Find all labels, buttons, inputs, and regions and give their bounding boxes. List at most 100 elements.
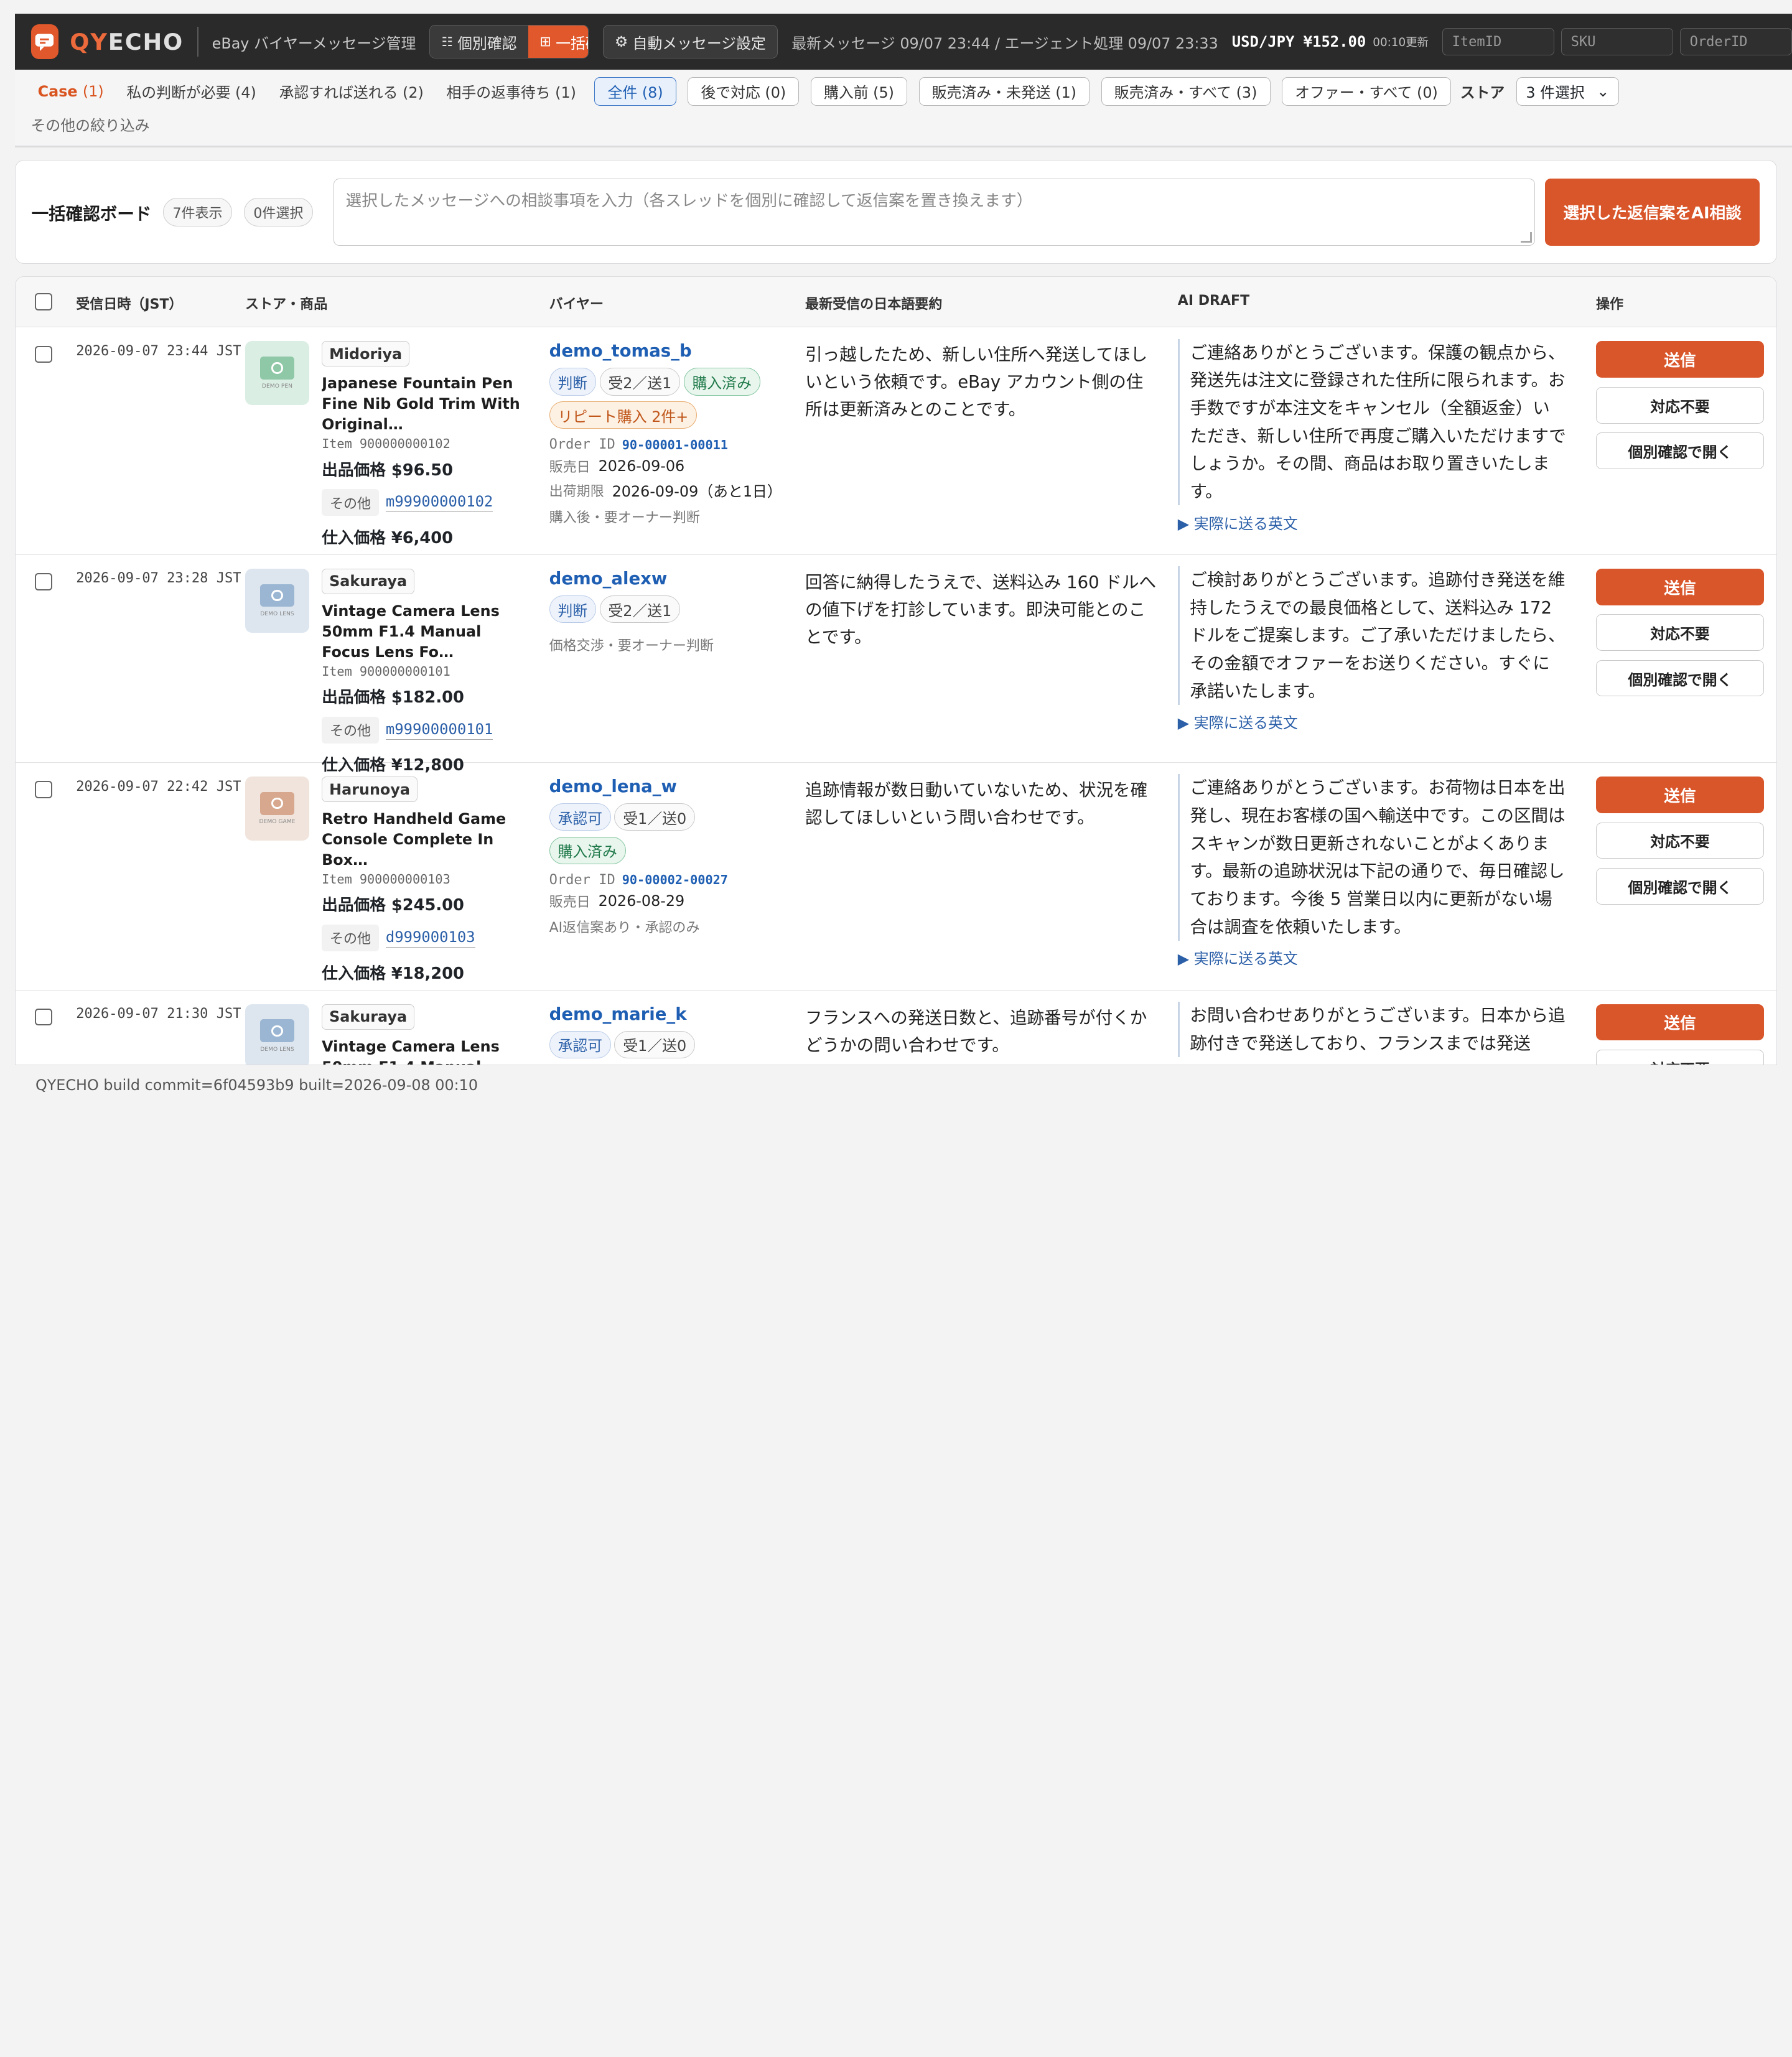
store-filter-select[interactable]: 3 件選択 ⌄ — [1516, 77, 1619, 106]
sku-link[interactable]: m99900000102 — [385, 493, 493, 513]
row-checkbox[interactable] — [35, 781, 52, 798]
received-date: 2026-09-07 23:44 JST — [76, 343, 241, 359]
itemid-search-input[interactable]: ItemID — [1442, 27, 1554, 56]
filter-tab-case[interactable]: Case (1) — [38, 83, 104, 100]
send-button[interactable]: 送信 — [1596, 777, 1764, 813]
orderid-search-input[interactable]: OrderID — [1679, 27, 1792, 56]
status-badge: 承認可 — [549, 1030, 611, 1058]
auto-message-settings-button[interactable]: ⚙ 自動メッセージ設定 — [602, 25, 778, 58]
product-title[interactable]: Vintage Camera Lens 50mm F1.4 Manual Foc… — [322, 601, 525, 663]
status-badge: 承認可 — [549, 803, 611, 831]
filter-chip-sold-unshipped[interactable]: 販売済み・未発送 (1) — [918, 77, 1090, 106]
more-filters-link[interactable]: その他の絞り込み — [15, 113, 1792, 135]
filter-tab-approve-send[interactable]: 承認すれば送れる (2) — [279, 80, 424, 102]
send-button[interactable]: 送信 — [1596, 568, 1764, 605]
open-individual-button[interactable]: 個別確認で開く — [1596, 432, 1764, 469]
purchased-badge: 購入済み — [549, 836, 626, 864]
product-title[interactable]: Japanese Fountain Pen Fine Nib Gold Trim… — [322, 373, 525, 435]
repeat-badge: リピート購入 2件+ — [549, 401, 698, 429]
english-toggle[interactable]: ▶ 実際に送る英文 — [1178, 511, 1566, 533]
sku-link[interactable]: d999000103 — [385, 928, 475, 948]
list-price: 出品価格 $96.50 — [322, 460, 454, 480]
filter-chip-all[interactable]: 全件 (8) — [594, 77, 676, 106]
header-actions: 操作 — [1596, 297, 1624, 313]
no-response-button[interactable]: 対応不要 — [1596, 386, 1764, 424]
app-title: eBay バイヤーメッセージ管理 — [212, 34, 416, 52]
sku-search-input[interactable]: SKU — [1561, 27, 1673, 56]
ai-draft-text[interactable]: ご連絡ありがとうございます。保護の観点から、発送先は注文に登録された住所に限られ… — [1177, 338, 1566, 506]
cost-price: 仕入価格 ¥6,400 — [322, 528, 454, 548]
filter-tab-waiting-reply[interactable]: 相手の返事待ち (1) — [447, 80, 576, 102]
row-checkbox[interactable] — [35, 345, 52, 363]
mode-individual-button[interactable]: ☷ 個別確認 — [430, 26, 528, 58]
sync-status: 最新メッセージ 09/07 23:44 / エージェント処理 09/07 23:… — [791, 34, 1218, 52]
gear-icon: ⚙ — [614, 33, 628, 51]
message-count-badge: 受1／送0 — [614, 1030, 696, 1058]
english-toggle[interactable]: ▶ 実際に送る英文 — [1178, 946, 1566, 968]
board-title: 一括確認ボード — [31, 203, 152, 224]
page: QYECHO eBay バイヤーメッセージ管理 ☷個別確認 ⊞一括確認 ⚙自動メ… — [0, 0, 1792, 1120]
item-id: Item 900000000103 — [322, 872, 450, 887]
received-date: 2026-09-07 22:42 JST — [76, 778, 241, 795]
chat-logo-icon — [30, 24, 58, 59]
send-button[interactable]: 送信 — [1596, 1004, 1764, 1041]
filter-tab-need-judgment[interactable]: 私の判断が必要 (4) — [126, 80, 256, 102]
ai-draft-text[interactable]: ご連絡ありがとうございます。お荷物は日本を出発し、現在お客様の国へ輸送中です。こ… — [1177, 774, 1566, 941]
sku-link[interactable]: m99900000101 — [385, 721, 493, 740]
order-id-link[interactable]: 90-00002-00027 — [622, 872, 728, 887]
send-button[interactable]: 送信 — [1596, 341, 1764, 378]
other-label: その他 — [322, 924, 379, 951]
message-count-badge: 受2／送1 — [599, 595, 681, 623]
table-header: 受信日時（JST） ストア・商品 バイヤー 最新受信の日本語要約 AI DRAF… — [15, 277, 1777, 328]
no-response-button[interactable]: 対応不要 — [1596, 1050, 1764, 1065]
open-individual-button[interactable]: 個別確認で開く — [1596, 660, 1764, 697]
build-info: QYECHO build commit=6f04593b9 built=2026… — [35, 1076, 478, 1094]
order-id-line: Order ID 90-00002-00027 — [549, 872, 728, 888]
select-all-checkbox[interactable] — [35, 293, 52, 310]
jp-summary: フランスへの発送日数と、追跡番号が付くかどうかの問い合わせです。 — [805, 1007, 1147, 1055]
product-title[interactable]: Vintage Camera Lens 50mm F1.4 Manual Foc… — [322, 1037, 525, 1065]
product-thumbnail[interactable]: DEMO PEN — [245, 341, 309, 406]
product-thumbnail[interactable]: DEMO LENS — [245, 1004, 309, 1065]
buyer-link[interactable]: demo_lena_w — [549, 777, 778, 796]
product-thumbnail[interactable]: DEMO LENS — [245, 568, 309, 633]
row-note: 購入後・要オーナー判断 — [549, 510, 700, 526]
ai-draft-text[interactable]: ご検討ありがとうございます。追跡付き発送を維持したうえでの最良価格として、送料込… — [1177, 566, 1566, 706]
item-id: Item 900000000101 — [322, 663, 450, 679]
store-name: Sakuraya — [322, 568, 415, 594]
no-response-button[interactable]: 対応不要 — [1596, 822, 1764, 859]
message-table: 受信日時（JST） ストア・商品 バイヤー 最新受信の日本語要約 AI DRAF… — [14, 276, 1778, 1065]
row-checkbox[interactable] — [35, 1008, 52, 1026]
header-summary: 最新受信の日本語要約 — [805, 297, 943, 313]
english-toggle[interactable]: ▶ 実際に送る英文 — [1178, 711, 1566, 732]
buyer-link[interactable]: demo_marie_k — [549, 1004, 778, 1024]
received-date: 2026-09-07 23:28 JST — [76, 571, 241, 587]
filter-chip-later[interactable]: 後で対応 (0) — [688, 77, 800, 106]
header-store-item: ストア・商品 — [245, 297, 328, 313]
header-buyer: バイヤー — [549, 297, 604, 313]
list-icon: ☷ — [441, 34, 453, 50]
list-price: 出品価格 $182.00 — [322, 688, 464, 707]
filter-chip-offer-all[interactable]: オファー・すべて (0) — [1281, 77, 1452, 106]
product-title[interactable]: Retro Handheld Game Console Complete In … — [322, 809, 525, 870]
filter-chip-sold-all[interactable]: 販売済み・すべて (3) — [1101, 77, 1271, 106]
consult-textarea[interactable]: 選択したメッセージへの相談事項を入力（各スレッドを個別に確認して返信案を置き換え… — [334, 178, 1535, 246]
ai-consult-button[interactable]: 選択した返信案をAI相談 — [1545, 178, 1760, 246]
ai-draft-text[interactable]: お問い合わせありがとうございます。日本から追跡付きで発送しており、フランスまでは… — [1177, 1001, 1566, 1058]
app-logo[interactable]: QYECHO — [70, 29, 184, 55]
buyer-link[interactable]: demo_alexw — [549, 569, 778, 589]
no-response-button[interactable]: 対応不要 — [1596, 614, 1764, 651]
top-bar: QYECHO eBay バイヤーメッセージ管理 ☷個別確認 ⊞一括確認 ⚙自動メ… — [14, 14, 1792, 70]
open-individual-button[interactable]: 個別確認で開く — [1596, 868, 1764, 905]
mode-bulk-button[interactable]: ⊞一括確認 — [528, 26, 589, 58]
product-thumbnail[interactable]: DEMO GAME — [245, 777, 309, 841]
jp-summary: 引っ越したため、新しい住所へ発送してほしいという依頼です。eBay アカウント側… — [805, 345, 1148, 420]
buyer-link[interactable]: demo_tomas_b — [549, 341, 782, 361]
filter-chip-pre-purchase[interactable]: 購入前 (5) — [810, 77, 908, 106]
header-date: 受信日時（JST） — [76, 297, 183, 313]
jp-summary: 追跡情報が数日動いていないため、状況を確認してほしいという問い合わせです。 — [805, 780, 1148, 828]
row-note: AI返信案あり・承認のみ — [549, 920, 700, 936]
other-label: その他 — [322, 489, 379, 516]
row-checkbox[interactable] — [35, 573, 52, 590]
order-id-link[interactable]: 90-00001-00011 — [622, 437, 728, 452]
